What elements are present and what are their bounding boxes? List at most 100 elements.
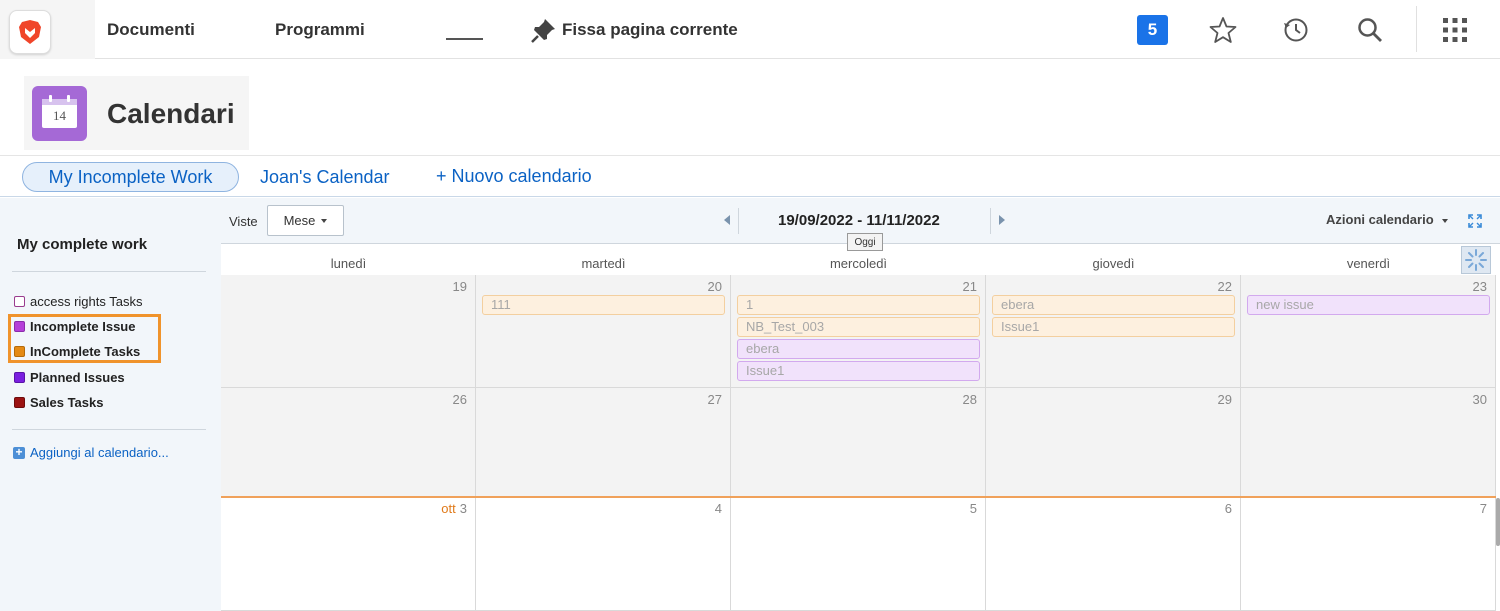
calendar-color-swatch[interactable]: [14, 397, 25, 408]
calendar-color-swatch[interactable]: [14, 372, 25, 383]
calendar-actions-label: Azioni calendario: [1326, 212, 1434, 227]
day-number: 6: [1224, 501, 1232, 516]
page-header: 14 Calendari: [24, 76, 249, 150]
day-number: 19: [452, 279, 467, 294]
search-icon[interactable]: [1355, 15, 1385, 45]
day-number: 29: [1217, 392, 1232, 407]
calendar-event[interactable]: Issue1: [992, 317, 1235, 337]
scrollbar-thumb[interactable]: [1496, 498, 1500, 546]
calendar-list-item[interactable]: access rights Tasks: [14, 294, 142, 309]
today-button[interactable]: Oggi: [847, 233, 883, 251]
app-logo-icon[interactable]: [9, 10, 51, 54]
day-number: 27: [707, 392, 722, 407]
calendar-list-label: Sales Tasks: [30, 395, 104, 410]
pin-label: Fissa pagina corrente: [562, 20, 738, 39]
day-cell[interactable]: 28: [731, 388, 986, 497]
calendar-list-label: access rights Tasks: [30, 294, 143, 309]
calendar-list-item[interactable]: Sales Tasks: [14, 395, 103, 410]
calendar-toolbar: Viste Mese 19/09/2022 - 11/11/2022 Oggi …: [221, 198, 1500, 251]
add-to-calendar-link[interactable]: + Aggiungi al calendario...: [13, 445, 169, 460]
day-cell[interactable]: 22 ebera Issue1: [986, 275, 1241, 388]
highlight-box: [8, 314, 161, 363]
calendar-event[interactable]: ebera: [992, 295, 1235, 315]
add-to-calendar-label: Aggiungi al calendario...: [30, 445, 169, 460]
calendar-icon: 14: [32, 86, 87, 141]
next-arrow-icon[interactable]: [999, 215, 1005, 225]
day-header: venerdì: [1346, 256, 1391, 271]
sidebar-divider: [12, 271, 206, 272]
day-cell[interactable]: 30: [1241, 388, 1496, 497]
day-number: 23: [1472, 279, 1487, 294]
day-cell[interactable]: 6: [986, 497, 1241, 611]
calendar-event[interactable]: NB_Test_003: [737, 317, 980, 337]
day-cell[interactable]: 7: [1241, 497, 1496, 611]
day-number: 20: [707, 279, 722, 294]
day-number: 7: [1479, 501, 1487, 516]
page-title: Calendari: [107, 98, 235, 129]
history-clock-icon[interactable]: [1281, 15, 1311, 45]
day-header: martedì: [581, 256, 626, 271]
new-calendar-link[interactable]: + Nuovo calendario: [436, 166, 592, 187]
calendar-color-swatch[interactable]: [14, 296, 25, 307]
fullscreen-icon[interactable]: [1468, 214, 1482, 228]
scrollbar-track[interactable]: [1496, 244, 1500, 611]
day-cell[interactable]: 21 1 NB_Test_003 ebera Issue1: [731, 275, 986, 388]
day-cell[interactable]: 29: [986, 388, 1241, 497]
nav-documents[interactable]: Documenti: [107, 20, 195, 40]
calendar-list-item[interactable]: Planned Issues: [14, 370, 125, 385]
top-bar: Documenti Programmi Fissa pagina corrent…: [0, 0, 1500, 59]
tab-my-incomplete-work[interactable]: My Incomplete Work: [22, 162, 239, 192]
calendar-event[interactable]: 1: [737, 295, 980, 315]
views-label: Viste: [229, 214, 258, 229]
day-cell[interactable]: 23 new issue: [1241, 275, 1496, 388]
view-select-value: Mese: [283, 213, 316, 228]
calendar-grid: lunedì martedì mercoledì giovedì venerdì 19 20…: [221, 244, 1496, 611]
calendar-list-label: Planned Issues: [30, 370, 125, 385]
nav-programs[interactable]: Programmi: [275, 20, 365, 40]
day-number: 21: [962, 279, 977, 294]
day-number: ott 3: [441, 501, 467, 516]
calendar-event[interactable]: new issue: [1247, 295, 1490, 315]
day-number: 22: [1217, 279, 1232, 294]
day-header: giovedì: [1092, 256, 1135, 271]
day-number: 5: [969, 501, 977, 516]
sidebar-title: My complete work: [17, 236, 148, 253]
day-cell[interactable]: 4: [476, 497, 731, 611]
day-cell[interactable]: 5: [731, 497, 986, 611]
day-cell[interactable]: ott 3: [221, 497, 476, 611]
toolbar-divider: [1416, 6, 1417, 52]
pin-current-page-button[interactable]: Fissa pagina corrente: [530, 16, 738, 44]
view-select[interactable]: Mese: [267, 205, 344, 236]
caret-down-icon: [321, 218, 328, 223]
tab-joans-calendar[interactable]: Joan's Calendar: [260, 167, 390, 188]
day-number: 28: [962, 392, 977, 407]
day-number: 26: [452, 392, 467, 407]
day-cell[interactable]: 19: [221, 275, 476, 388]
favorites-star-icon[interactable]: [1208, 15, 1238, 45]
day-cell[interactable]: 26: [221, 388, 476, 497]
pin-icon: [531, 19, 555, 43]
day-number: 4: [714, 501, 722, 516]
day-cell[interactable]: 27: [476, 388, 731, 497]
day-number: 30: [1472, 392, 1487, 407]
nav-placeholder-line: [446, 38, 483, 40]
day-cell[interactable]: 20 111: [476, 275, 731, 388]
logo-area: [0, 0, 95, 59]
sidebar-divider: [12, 429, 206, 430]
previous-arrow-icon[interactable]: [724, 215, 730, 225]
add-icon: +: [13, 446, 25, 459]
toolbar-separator: [738, 208, 739, 234]
notifications-badge[interactable]: 5: [1137, 15, 1168, 45]
calendar-event[interactable]: Issue1: [737, 361, 980, 381]
calendar-event[interactable]: ebera: [737, 339, 980, 359]
today-indicator-line: [221, 496, 1496, 498]
date-range: 19/09/2022 - 11/11/2022: [778, 212, 940, 229]
calendar-actions-menu[interactable]: Azioni calendario: [1326, 212, 1449, 227]
calendar-event[interactable]: 111: [482, 295, 725, 315]
apps-grid-icon[interactable]: [1440, 15, 1470, 45]
month-label: ott: [441, 501, 456, 516]
toolbar-separator: [990, 208, 991, 234]
calendar-tabs: My Incomplete Work Joan's Calendar + Nuo…: [0, 155, 1500, 197]
day-header: lunedì: [330, 256, 367, 271]
caret-down-icon: [1442, 218, 1449, 223]
